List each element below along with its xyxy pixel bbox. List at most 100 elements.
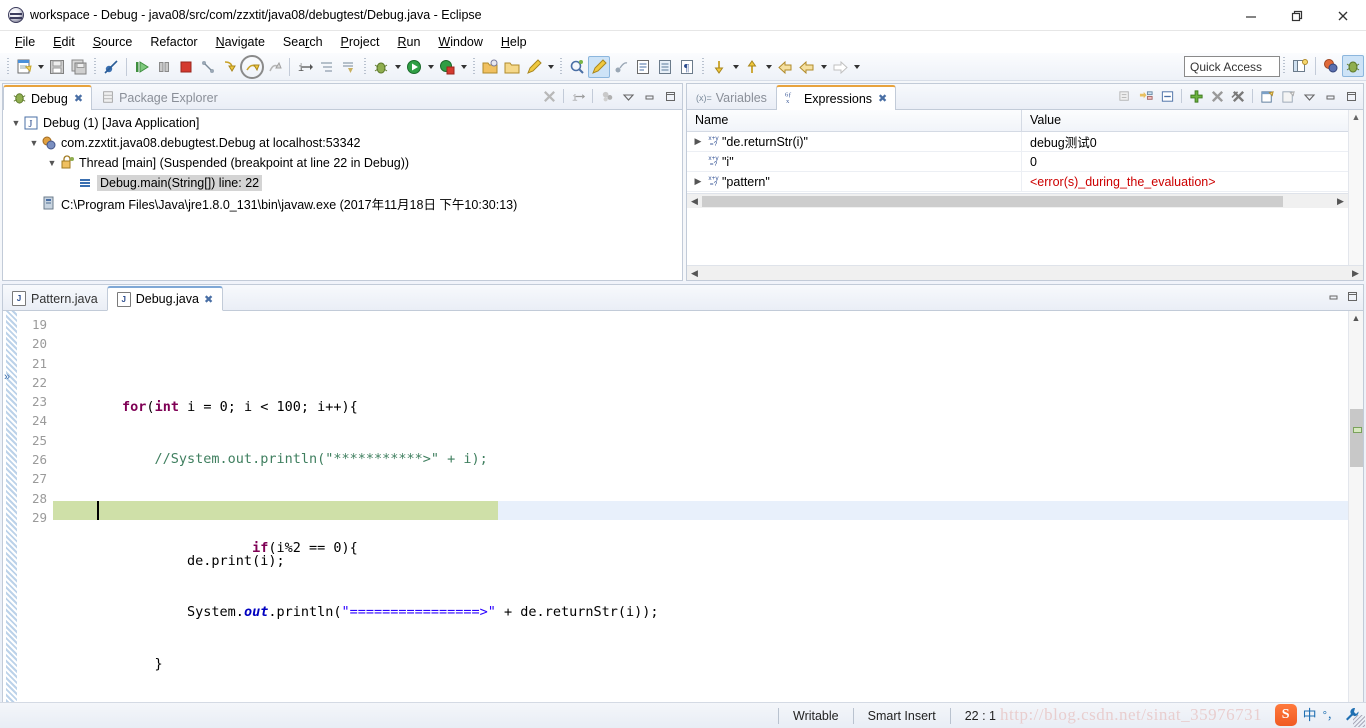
drop-to-frame-icon[interactable]: i bbox=[294, 56, 316, 78]
code-line-25[interactable]: } bbox=[53, 655, 1348, 674]
forward-icon[interactable] bbox=[829, 56, 851, 78]
show-detail-pane-icon[interactable] bbox=[1157, 86, 1177, 106]
suspend-icon[interactable] bbox=[153, 56, 175, 78]
minimize-icon[interactable] bbox=[639, 86, 659, 106]
toggle-mark-occurrences-icon[interactable] bbox=[654, 56, 676, 78]
scroll-right-arrow-icon[interactable]: ▶ bbox=[1333, 196, 1348, 207]
pencil-dropdown-icon[interactable] bbox=[545, 56, 556, 78]
menu-project[interactable]: Project bbox=[332, 33, 389, 51]
use-step-filters-icon[interactable] bbox=[316, 56, 338, 78]
new-wizard-dropdown-icon[interactable] bbox=[35, 56, 46, 78]
scroll-right-arrow-icon[interactable]: ▶ bbox=[1348, 268, 1363, 279]
expressions-row[interactable]: ▶ x+y =? "pattern" <error(s)_during_the_e… bbox=[687, 172, 1363, 192]
tree-row-thread[interactable]: ▼ Thread [main] (Suspended (breakpoint a… bbox=[3, 153, 682, 173]
remove-all-expressions-icon[interactable] bbox=[1228, 86, 1248, 106]
chevron-right-icon[interactable]: ▶ bbox=[691, 176, 705, 187]
code-line-21[interactable]: //System.out.println("***********>" + i)… bbox=[53, 450, 1348, 469]
maximize-icon[interactable] bbox=[1346, 290, 1359, 306]
chevron-right-icon[interactable]: ▶ bbox=[691, 136, 705, 147]
sogou-logo-icon[interactable]: S bbox=[1274, 704, 1297, 726]
menu-run[interactable]: Run bbox=[388, 33, 429, 51]
add-expression-icon[interactable] bbox=[1186, 86, 1206, 106]
new-wizard-icon[interactable] bbox=[13, 56, 35, 78]
debug-perspective-icon[interactable] bbox=[1342, 55, 1364, 77]
show-qualified-names-icon[interactable]: i bbox=[568, 86, 588, 106]
resume-icon[interactable] bbox=[131, 56, 153, 78]
previous-annotation-dropdown-icon[interactable] bbox=[763, 56, 774, 78]
perspective-grip[interactable] bbox=[1281, 57, 1287, 75]
scroll-left-arrow-icon[interactable]: ◀ bbox=[687, 268, 702, 279]
maximize-button[interactable] bbox=[1274, 0, 1320, 31]
minimize-icon[interactable] bbox=[1320, 86, 1340, 106]
debug-dropdown-icon[interactable] bbox=[392, 56, 403, 78]
remove-expression-icon[interactable] bbox=[1207, 86, 1227, 106]
minimize-button[interactable] bbox=[1228, 0, 1274, 31]
source-code[interactable]: for(int i = 0; i < 100; i++){ //System.o… bbox=[53, 311, 1348, 728]
run-icon[interactable] bbox=[403, 56, 425, 78]
step-into-icon[interactable] bbox=[219, 56, 241, 78]
column-header-value[interactable]: Value bbox=[1022, 110, 1363, 131]
ime-language-icon[interactable]: 中 bbox=[1303, 705, 1317, 725]
code-line-20[interactable]: for(int i = 0; i < 100; i++){ bbox=[53, 398, 1348, 417]
save-icon[interactable] bbox=[46, 56, 68, 78]
tree-row-launch[interactable]: ▼ J Debug (1) [Java Application] bbox=[3, 113, 682, 133]
menu-help[interactable]: Help bbox=[492, 33, 536, 51]
toolbar-grip-2[interactable] bbox=[92, 57, 98, 76]
toolbar-grip-5[interactable] bbox=[558, 57, 564, 76]
new-detail-window-icon[interactable] bbox=[1278, 86, 1298, 106]
back-dropdown-icon[interactable] bbox=[818, 56, 829, 78]
code-line-23[interactable]: de.print(i); bbox=[53, 552, 1348, 571]
close-icon[interactable]: ✖ bbox=[204, 293, 213, 306]
view-menu-icon[interactable] bbox=[1299, 86, 1319, 106]
tab-expressions[interactable]: 6ƒ x Expressions ✖ bbox=[775, 85, 897, 110]
maximize-icon[interactable] bbox=[1341, 86, 1361, 106]
toolbar-grip-3[interactable] bbox=[362, 57, 368, 76]
coverage-icon[interactable] bbox=[436, 56, 458, 78]
maximize-icon[interactable] bbox=[660, 86, 680, 106]
editor-vscroll-thumb[interactable] bbox=[1350, 409, 1363, 467]
tab-pattern-java[interactable]: J Pattern.java bbox=[3, 286, 107, 311]
new-window-icon[interactable] bbox=[1257, 86, 1277, 106]
editor-marker-bar[interactable]: » bbox=[3, 311, 19, 728]
step-over-icon[interactable] bbox=[240, 54, 264, 79]
tree-row-jvm[interactable]: C:\Program Files\Java\jre1.8.0_131\bin\j… bbox=[3, 193, 682, 213]
chevron-down-icon[interactable]: ▼ bbox=[9, 118, 23, 128]
expressions-row[interactable]: x+y =? "i" 0 bbox=[687, 152, 1363, 172]
tab-variables[interactable]: (x)= Variables bbox=[687, 85, 776, 110]
expression-name-cell[interactable]: x+y =? "i" bbox=[687, 152, 1022, 171]
tab-debug[interactable]: Debug ✖ bbox=[3, 85, 93, 110]
expressions-vertical-scrollbar[interactable]: ▲ ▼ bbox=[1348, 110, 1363, 280]
last-edit-location-icon[interactable] bbox=[774, 56, 796, 78]
coverage-dropdown-icon[interactable] bbox=[458, 56, 469, 78]
disconnect-icon[interactable] bbox=[197, 56, 219, 78]
hscroll-track[interactable] bbox=[702, 195, 1333, 207]
new-java-project-icon[interactable] bbox=[479, 56, 501, 78]
scroll-up-arrow-icon[interactable]: ▲ bbox=[1352, 112, 1361, 122]
pencil-icon[interactable] bbox=[523, 56, 545, 78]
debug-icon[interactable] bbox=[370, 56, 392, 78]
next-annotation-dropdown-icon[interactable] bbox=[730, 56, 741, 78]
menu-navigate[interactable]: Navigate bbox=[207, 33, 274, 51]
hscroll-thumb[interactable] bbox=[702, 195, 1283, 207]
search-icon[interactable] bbox=[566, 56, 588, 78]
code-line-19[interactable] bbox=[53, 347, 1348, 366]
open-task-icon[interactable] bbox=[632, 56, 654, 78]
tab-debug-java[interactable]: J Debug.java ✖ bbox=[106, 286, 224, 311]
remove-all-terminated-icon[interactable] bbox=[539, 86, 559, 106]
close-icon[interactable]: ✖ bbox=[878, 92, 887, 105]
code-line-22-current[interactable]: if(i%2 == 0){ bbox=[53, 500, 1348, 556]
view-menu-icon[interactable] bbox=[618, 86, 638, 106]
tree-row-stackframe[interactable]: Debug.main(String[]) line: 22 bbox=[3, 173, 682, 193]
toolbar-grip-6[interactable] bbox=[700, 57, 706, 76]
toolbar-grip[interactable] bbox=[5, 57, 11, 76]
menu-search[interactable]: Search bbox=[274, 33, 332, 51]
instruction-stepping-icon[interactable] bbox=[338, 56, 360, 78]
next-annotation-icon[interactable] bbox=[708, 56, 730, 78]
terminate-icon[interactable] bbox=[175, 56, 197, 78]
expressions-horizontal-scrollbar[interactable]: ◀ ▶ bbox=[687, 193, 1348, 208]
menu-edit[interactable]: Edit bbox=[44, 33, 84, 51]
column-header-name[interactable]: Name bbox=[687, 110, 1022, 131]
menu-refactor[interactable]: Refactor bbox=[141, 33, 206, 51]
step-return-icon[interactable] bbox=[263, 56, 285, 78]
expressions-outer-horizontal-scrollbar[interactable]: ◀ ▶ bbox=[687, 265, 1363, 280]
